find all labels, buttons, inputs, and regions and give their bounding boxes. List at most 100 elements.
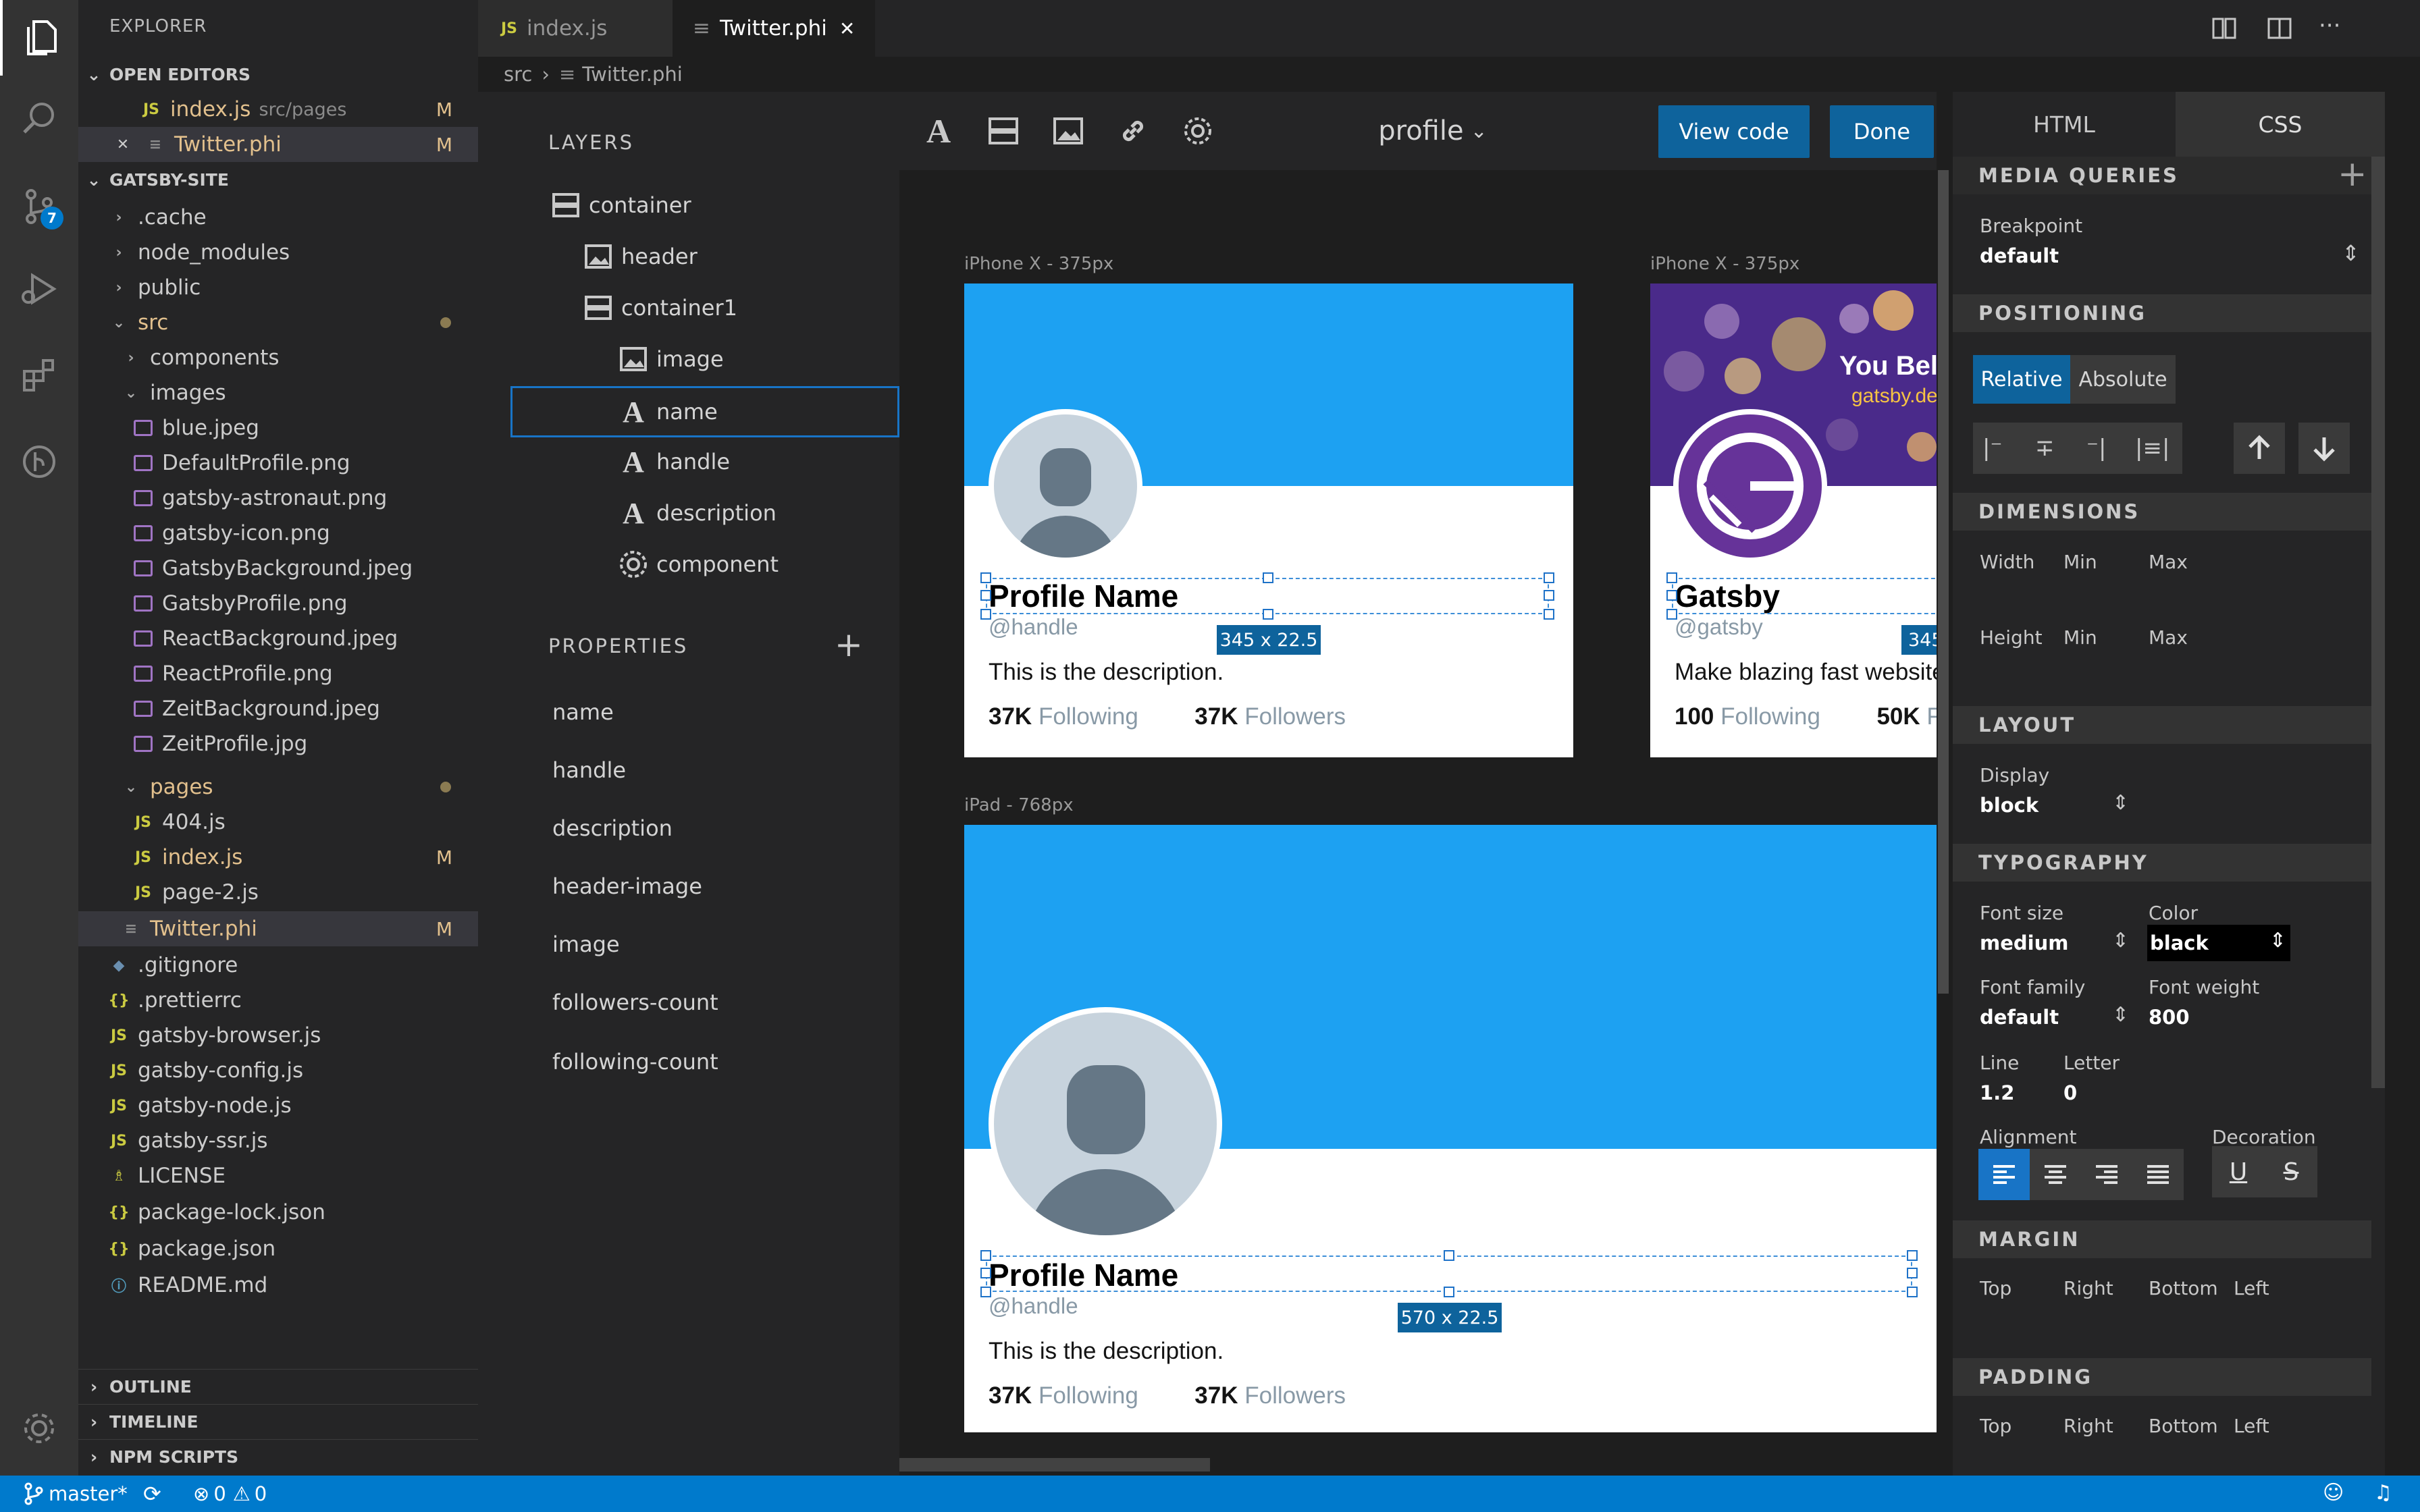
align-right-button[interactable] [2081, 1149, 2132, 1200]
source-control-icon[interactable]: 7 [0, 169, 78, 244]
profile-card[interactable]: Profile Name @handle This is the descrip… [964, 284, 1573, 757]
tree-folder[interactable]: ⌄ pages [78, 770, 478, 805]
tree-file[interactable]: {} package.json [78, 1231, 478, 1266]
align-center-icon[interactable]: ∓ [2035, 435, 2055, 462]
font-size-value[interactable]: medium [1980, 932, 2068, 954]
resize-handle[interactable] [1444, 1287, 1454, 1297]
close-tab-icon[interactable]: ✕ [839, 18, 855, 40]
tree-file[interactable]: JS gatsby-browser.js [78, 1018, 478, 1053]
outline-header[interactable]: › OUTLINE [78, 1369, 478, 1404]
stretch-icon[interactable]: |≡| [2135, 435, 2169, 462]
tree-file[interactable]: ◆ .gitignore [78, 948, 478, 983]
font-weight-value[interactable]: 800 [2149, 1006, 2190, 1029]
breadcrumb-file[interactable]: Twitter.phi [582, 63, 683, 86]
color-picker[interactable]: black ⇕ [2147, 925, 2290, 961]
profile-card[interactable]: Profile Name @handle This is the descrip… [964, 825, 1937, 1432]
tree-file[interactable]: JS 404.js [78, 805, 478, 840]
tab-index-js[interactable]: JS index.js [478, 0, 673, 57]
resize-handle[interactable] [980, 1268, 991, 1278]
tree-file[interactable]: ZeitBackground.jpeg [78, 691, 478, 726]
margin-bottom[interactable]: Bottom [2149, 1277, 2218, 1299]
tree-file[interactable]: JS gatsby-config.js [78, 1053, 478, 1088]
add-text-icon[interactable]: A [913, 92, 964, 170]
resize-handle[interactable] [1263, 609, 1273, 620]
move-up-button[interactable] [2234, 423, 2285, 474]
layer-item[interactable]: container1 [581, 285, 885, 331]
resize-handle[interactable] [1544, 609, 1554, 620]
updown-icon[interactable]: ⇕ [2342, 240, 2360, 266]
letter-spacing-value[interactable]: 0 [2063, 1081, 2077, 1104]
relative-button[interactable]: Relative [1973, 355, 2070, 404]
tree-file[interactable]: blue.jpeg [78, 410, 478, 446]
resize-handle[interactable] [1907, 1250, 1918, 1261]
layer-item[interactable]: component [616, 541, 886, 587]
updown-icon[interactable]: ⇕ [2112, 1003, 2129, 1027]
problems-indicator[interactable]: ⊗ 0 ⚠ 0 [193, 1482, 267, 1505]
tree-folder[interactable]: ⌄ src [78, 305, 478, 340]
tab-twitter-phi[interactable]: ≡ Twitter.phi ✕ [673, 0, 875, 57]
align-justify-button[interactable] [2132, 1149, 2184, 1200]
git-graph-icon[interactable] [0, 424, 78, 500]
width-max-label[interactable]: Max [2149, 551, 2188, 573]
close-icon[interactable]: ✕ [109, 136, 136, 153]
tree-file[interactable]: gatsby-astronaut.png [78, 481, 478, 516]
tree-folder[interactable]: › node_modules [78, 235, 478, 270]
padding-top[interactable]: Top [1980, 1415, 2011, 1437]
resize-handle[interactable] [1544, 590, 1554, 601]
resize-handle[interactable] [980, 590, 991, 601]
add-media-query-icon[interactable]: + [2338, 154, 2367, 194]
margin-right[interactable]: Right [2063, 1277, 2113, 1299]
feedback-icon[interactable]: ☺ [2323, 1481, 2344, 1505]
height-max-label[interactable]: Max [2149, 626, 2188, 649]
display-value[interactable]: block [1980, 794, 2038, 817]
resize-handle[interactable] [1907, 1268, 1918, 1278]
font-family-value[interactable]: default [1980, 1006, 2059, 1029]
property-item[interactable]: image [552, 932, 620, 957]
layer-item[interactable]: A handle [616, 439, 886, 485]
add-image-icon[interactable] [1043, 92, 1094, 170]
view-code-button[interactable]: View code [1658, 105, 1810, 158]
breadcrumb-folder[interactable]: src [504, 63, 532, 86]
tree-file[interactable]: JS page-2.js [78, 875, 478, 910]
explorer-icon[interactable] [0, 0, 78, 76]
absolute-button[interactable]: Absolute [2070, 355, 2176, 404]
property-item[interactable]: handle [552, 757, 626, 783]
add-property-icon[interactable]: + [835, 625, 863, 664]
open-editor-item[interactable]: JS index.js src/pages M [78, 92, 478, 127]
resize-handle[interactable] [1544, 572, 1554, 583]
tab-html[interactable]: HTML [1953, 92, 2176, 157]
add-link-icon[interactable] [1107, 92, 1159, 170]
padding-left[interactable]: Left [2234, 1415, 2269, 1437]
move-down-button[interactable] [2298, 423, 2350, 474]
property-item[interactable]: header-image [552, 873, 702, 899]
tree-file[interactable]: ⓘ README.md [78, 1268, 478, 1303]
tree-file[interactable]: JS index.js M [78, 840, 478, 875]
tree-file[interactable]: {} .prettierrc [78, 983, 478, 1018]
split-editor-icon[interactable] [2266, 15, 2293, 42]
padding-right[interactable]: Right [2063, 1415, 2113, 1437]
tree-file[interactable]: GatsbyProfile.png [78, 586, 478, 621]
align-center-button[interactable] [2030, 1149, 2081, 1200]
branch-indicator[interactable]: master* [24, 1482, 128, 1505]
tree-file[interactable]: {} package-lock.json [78, 1195, 478, 1230]
canvas-scrollbar[interactable] [1938, 170, 1949, 994]
updown-icon[interactable]: ⇕ [2112, 791, 2129, 815]
run-debug-icon[interactable] [0, 251, 78, 327]
design-canvas[interactable]: iPhone X - 375px Profile Name @handle Th… [899, 92, 1937, 1476]
settings-gear-icon[interactable] [0, 1390, 78, 1466]
align-left-button[interactable] [1978, 1149, 2030, 1200]
resize-handle[interactable] [1666, 609, 1677, 620]
open-editors-header[interactable]: ⌄ OPEN EDITORS [78, 57, 478, 92]
align-right-edge-icon[interactable]: ⁻| [2086, 435, 2106, 462]
add-container-icon[interactable] [978, 92, 1029, 170]
npm-scripts-header[interactable]: › NPM SCRIPTS [78, 1439, 478, 1474]
project-header[interactable]: ⌄ GATSBY-SITE [78, 162, 478, 197]
add-component-icon[interactable] [1172, 92, 1224, 170]
margin-left[interactable]: Left [2234, 1277, 2269, 1299]
compare-changes-icon[interactable] [2211, 15, 2238, 42]
tree-file[interactable]: ReactBackground.jpeg [78, 621, 478, 656]
layer-item[interactable]: A description [616, 490, 886, 536]
component-selector[interactable]: profile ⌄ [1372, 92, 1494, 170]
tree-file[interactable]: ≡ Twitter.phi M [78, 911, 478, 946]
strikethrough-button[interactable]: S [2265, 1146, 2317, 1197]
